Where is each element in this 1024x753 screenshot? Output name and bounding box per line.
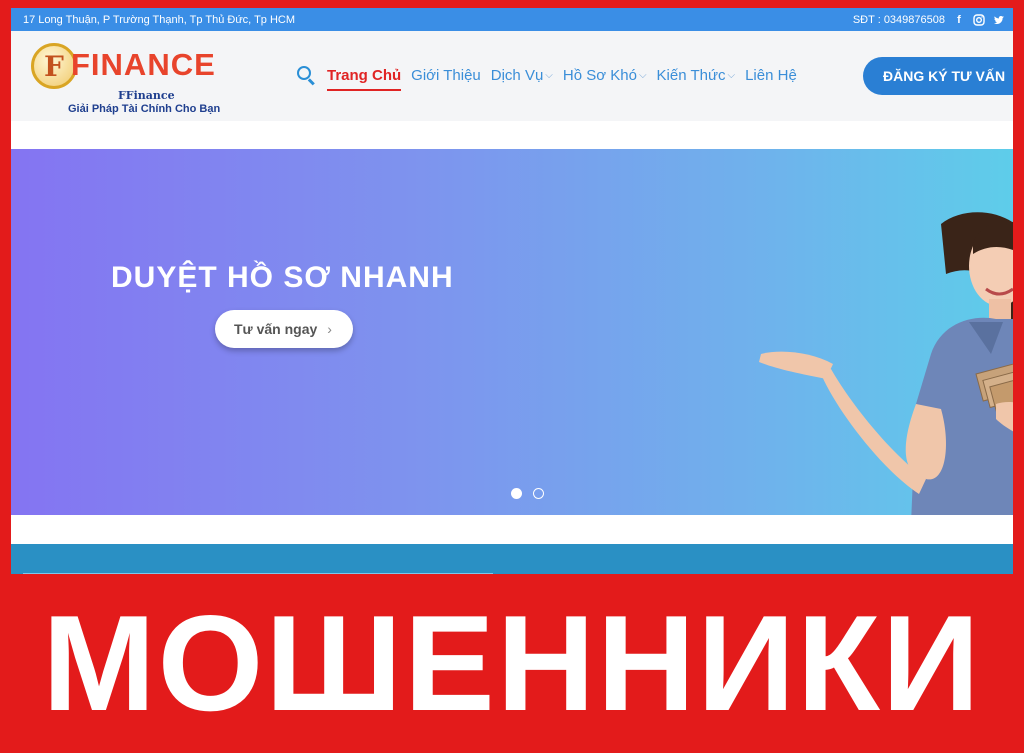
search-icon[interactable] — [295, 64, 317, 86]
top-bar: 17 Long Thuận, P Trường Thạnh, Tp Thủ Đứ… — [11, 8, 1013, 31]
slider-dot-2[interactable] — [533, 488, 544, 499]
hero-slider: DUYỆT HỒ SƠ NHANH Tư vấn ngay › — [11, 149, 1013, 515]
logo-tagline: Giải Pháp Tài Chính Cho Bạn — [68, 103, 221, 115]
website-screenshot: 17 Long Thuận, P Trường Thạnh, Tp Thủ Đứ… — [11, 8, 1013, 574]
slider-dot-1[interactable] — [511, 488, 522, 499]
main-nav: Trang Chủ Giới Thiệu Dịch Vụ ⌵ Hồ Sơ Khó ⌵… — [295, 63, 807, 91]
woman-holding-money-image — [759, 212, 1013, 515]
address-text: 17 Long Thuận, P Trường Thạnh, Tp Thủ Đứ… — [23, 13, 296, 26]
twitter-icon[interactable] — [993, 14, 1005, 26]
logo-wordmark: FINANCE — [71, 47, 216, 82]
nav-item-kien-thuc[interactable]: Kiến Thức ⌵ — [657, 67, 736, 84]
chevron-down-icon: ⌵ — [727, 69, 736, 81]
facebook-icon[interactable]: f — [953, 14, 965, 26]
nav-item-dich-vu[interactable]: Dịch Vụ ⌵ — [491, 67, 553, 84]
nav-item-lien-he[interactable]: Liên Hệ — [745, 67, 797, 84]
site-logo[interactable]: F FINANCE FFinance Giải Pháp Tài Chính C… — [31, 41, 231, 115]
site-header: F FINANCE FFinance Giải Pháp Tài Chính C… — [11, 31, 1013, 121]
phone-text: SĐT : 0349876508 — [852, 13, 945, 26]
register-consult-button[interactable]: ĐĂNG KÝ TƯ VẤN — [863, 57, 1013, 95]
consult-now-button[interactable]: Tư vấn ngay › — [215, 310, 353, 348]
chevron-right-icon: › — [327, 321, 332, 337]
hero-title: DUYỆT HỒ SƠ NHANH — [111, 261, 454, 294]
nav-item-trang-chu[interactable]: Trang Chủ — [327, 67, 402, 91]
top-bar-right: SĐT : 0349876508 f — [853, 14, 1005, 26]
nav-item-ho-so-kho[interactable]: Hồ Sơ Khó ⌵ — [563, 67, 647, 84]
scam-warning-caption: МОШЕННИКИ — [42, 587, 982, 739]
nav-item-gioi-thieu[interactable]: Giới Thiệu — [411, 67, 481, 84]
logo-brand-name: FFinance — [118, 89, 175, 102]
chevron-down-icon: ⌵ — [545, 69, 553, 81]
next-section-band — [11, 544, 1013, 574]
instagram-icon[interactable] — [973, 13, 985, 26]
divider — [23, 573, 493, 574]
chevron-down-icon: ⌵ — [638, 69, 647, 81]
